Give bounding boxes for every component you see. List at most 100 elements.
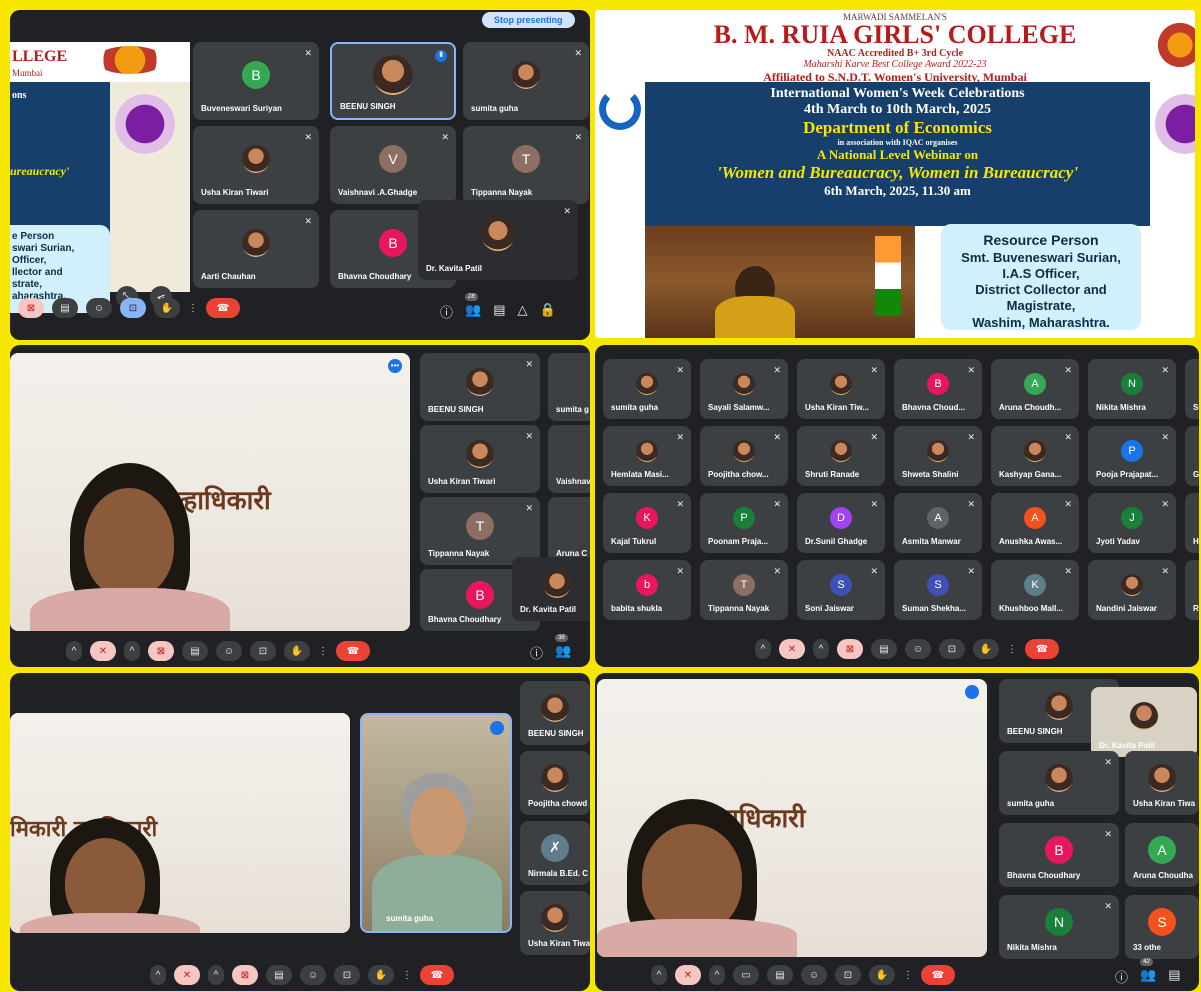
participant-tile[interactable]: ✕ Shruti Ranade (797, 426, 885, 486)
leave-call-button[interactable]: ☎ (206, 298, 240, 318)
camera-options-button[interactable]: ^ (709, 965, 725, 985)
participant-tile[interactable]: ✕ Aarti Chauhan (193, 210, 319, 288)
captions-button[interactable]: ▤ (182, 641, 208, 661)
camera-off-button[interactable]: ⊠ (232, 965, 258, 985)
participant-tile[interactable]: Poojitha chowd (520, 751, 590, 815)
self-view-tile[interactable]: Dr. Kavita Patil (512, 557, 590, 621)
leave-call-button[interactable]: ☎ (1025, 639, 1059, 659)
participant-tile[interactable]: ✕ Usha Kiran Tiwari (420, 425, 540, 493)
info-icon[interactable]: ⓘ (440, 302, 453, 321)
mic-off-button[interactable]: ✕ (90, 641, 116, 661)
emoji-button[interactable]: ☺ (801, 965, 827, 985)
emoji-button[interactable]: ☺ (86, 298, 112, 318)
participant-tile[interactable]: ✕ S Suman Shekha... (894, 560, 982, 620)
people-icon[interactable]: 👥 42 (1140, 958, 1156, 986)
participant-tile[interactable]: ✕ N Nikita Mishra (999, 895, 1119, 959)
participant-tile[interactable]: ✕ b babita shukla (603, 560, 691, 620)
mic-off-button[interactable]: ✕ (174, 965, 200, 985)
raise-hand-button[interactable]: ✋ (284, 641, 310, 661)
emoji-button[interactable]: ☺ (300, 965, 326, 985)
raise-hand-button[interactable]: ✋ (154, 298, 180, 318)
camera-button[interactable]: ▭ (733, 965, 759, 985)
more-options-button[interactable]: ⋮ (903, 965, 913, 985)
mic-off-button[interactable]: ✕ (779, 639, 805, 659)
info-icon[interactable]: ⓘ (530, 643, 543, 662)
mic-options-button[interactable]: ^ (755, 639, 771, 659)
participant-tile[interactable]: ✕ P Pooja Prajapat... (1088, 426, 1176, 486)
people-icon[interactable]: 👥 28 (465, 293, 481, 321)
leave-call-button[interactable]: ☎ (921, 965, 955, 985)
participant-tile[interactable]: ✕Run (1185, 560, 1199, 620)
participant-tile[interactable]: ✕ B Bhavna Choudhary (999, 823, 1119, 887)
participant-tile[interactable]: ✕ A Aruna Choudh... (991, 359, 1079, 419)
participant-tile[interactable]: Aruna C (548, 497, 590, 565)
captions-button[interactable]: ▤ (52, 298, 78, 318)
stop-presenting-button[interactable]: Stop presenting (482, 12, 575, 28)
participant-tile[interactable]: A Aruna Choudha (1125, 823, 1199, 887)
participant-tile[interactable]: ✕ sumita guha (463, 42, 589, 120)
more-icon[interactable]: ••• (388, 359, 402, 373)
leave-call-button[interactable]: ☎ (420, 965, 454, 985)
participant-tile[interactable]: ✕ D Dr.Sunil Ghadge (797, 493, 885, 553)
more-options-button[interactable]: ⋮ (318, 641, 328, 661)
participant-tile[interactable]: ✕ T Tippanna Nayak (420, 497, 540, 565)
participant-tile[interactable]: ✕ Poojitha chow... (700, 426, 788, 486)
info-icon[interactable]: ⓘ (1115, 967, 1128, 986)
camera-options-button[interactable]: ^ (124, 641, 140, 661)
mic-off-button[interactable]: ✕ (675, 965, 701, 985)
participant-tile-active[interactable]: ▮ BEENU SINGH (330, 42, 456, 120)
mic-options-button[interactable]: ^ (66, 641, 82, 661)
camera-off-button[interactable]: ⊠ (837, 639, 863, 659)
participant-tile[interactable]: ✕ Usha Kiran Tiwari (193, 126, 319, 204)
present-button[interactable]: ⊡ (250, 641, 276, 661)
participant-tile[interactable]: ✕ sumita guha (999, 751, 1119, 815)
participant-tile[interactable]: Vaishnav (548, 425, 590, 493)
more-options-button[interactable]: ⋮ (402, 965, 412, 985)
participant-tile[interactable]: ✕ A Anushka Awas... (991, 493, 1079, 553)
present-button[interactable]: ⊡ (939, 639, 965, 659)
participant-tile[interactable]: BEENU SINGH (520, 681, 590, 745)
leave-call-button[interactable]: ☎ (336, 641, 370, 661)
participant-tile[interactable]: sumita g (548, 353, 590, 421)
participant-tile[interactable]: ✕ K Khushboo Mall... (991, 560, 1079, 620)
participant-tile[interactable]: ✕ J Jyoti Yadav (1088, 493, 1176, 553)
participant-tile[interactable]: ✕Suna (1185, 359, 1199, 419)
emoji-button[interactable]: ☺ (216, 641, 242, 661)
camera-options-button[interactable]: ^ (813, 639, 829, 659)
mic-options-button[interactable]: ^ (150, 965, 166, 985)
present-button[interactable]: ⊡ (120, 298, 146, 318)
captions-button[interactable]: ▤ (767, 965, 793, 985)
participant-tile[interactable]: ✕ B Buveneswari Suriyan (193, 42, 319, 120)
participant-tile[interactable]: ✕ B Bhavna Choud... (894, 359, 982, 419)
participant-tile[interactable]: ✕ Nandini Jaiswar (1088, 560, 1176, 620)
participant-tile[interactable]: ✕ Hemlata Masi... (603, 426, 691, 486)
camera-off-button[interactable]: ⊠ (18, 298, 44, 318)
camera-off-button[interactable]: ⊠ (148, 641, 174, 661)
raise-hand-button[interactable]: ✋ (869, 965, 895, 985)
chat-icon[interactable]: ▤ (493, 302, 505, 321)
participant-tile[interactable]: ✕ K Kajal Tukrul (603, 493, 691, 553)
mic-options-button[interactable]: ^ (651, 965, 667, 985)
more-options-button[interactable]: ⋮ (188, 298, 198, 318)
participant-tile[interactable]: ✕ Usha Kiran Tiw... (797, 359, 885, 419)
participant-tile[interactable]: Usha Kiran Tiwa (520, 891, 590, 955)
raise-hand-button[interactable]: ✋ (973, 639, 999, 659)
participant-tile[interactable]: Usha Kiran Tiwa (1125, 751, 1199, 815)
present-button[interactable]: ⊡ (835, 965, 861, 985)
captions-button[interactable]: ▤ (266, 965, 292, 985)
participant-tile[interactable]: ✕ P Poonam Praja... (700, 493, 788, 553)
participant-tile[interactable]: ✕ BEENU SINGH (420, 353, 540, 421)
participant-tile[interactable]: ✕ N Nikita Mishra (1088, 359, 1176, 419)
participant-tile[interactable]: ✕ T Tippanna Nayak (700, 560, 788, 620)
self-view-tile[interactable]: ✕ Dr. Kavita Patil (418, 200, 578, 280)
more-options-button[interactable]: ⋮ (1007, 639, 1017, 659)
participant-tile[interactable]: ✕ sumita guha (603, 359, 691, 419)
lock-icon[interactable]: 🔒 (540, 302, 556, 321)
participant-tile[interactable]: ✕ T Tippanna Nayak (463, 126, 589, 204)
participant-tile[interactable]: ✕ V Vaishnavi .A.Ghadge (330, 126, 456, 204)
participant-tile[interactable]: ✕ Sayali Salamw... (700, 359, 788, 419)
raise-hand-button[interactable]: ✋ (368, 965, 394, 985)
people-icon[interactable]: 👥 36 (555, 634, 571, 662)
participant-tile[interactable]: ✕ Shweta Shalini (894, 426, 982, 486)
camera-options-button[interactable]: ^ (208, 965, 224, 985)
